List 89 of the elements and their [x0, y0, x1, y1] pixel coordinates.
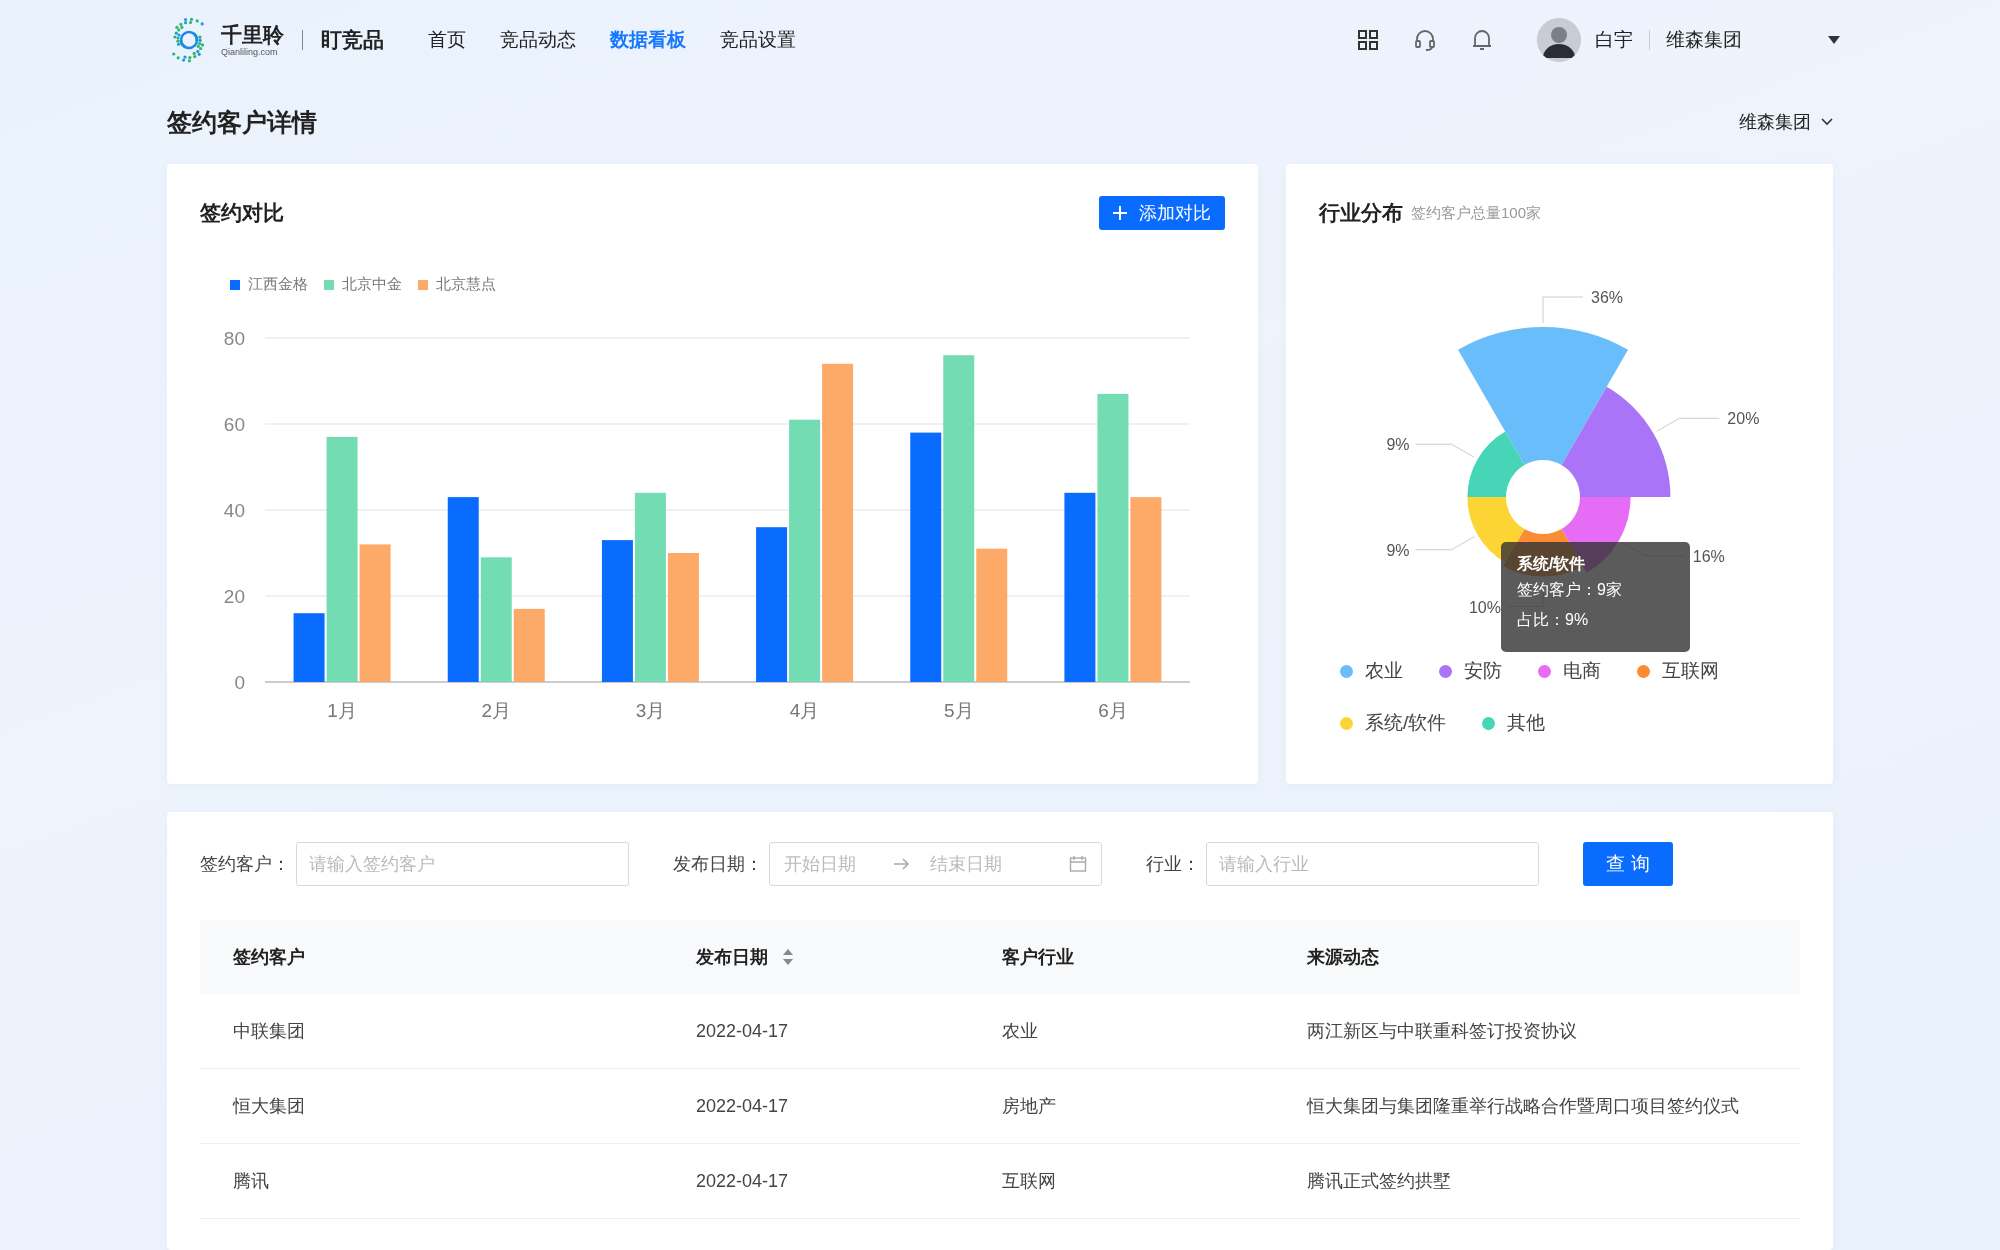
bar[interactable] — [293, 613, 325, 682]
data-label: 20% — [1727, 410, 1760, 428]
table-cell: 腾讯 — [200, 1143, 663, 1219]
nav-item[interactable]: 数据看板 — [610, 27, 686, 53]
brand-url: Qianliling.com — [221, 47, 279, 57]
chevron-down-icon — [1821, 118, 1833, 126]
leader-line — [1415, 536, 1475, 551]
filter-label: 行业： — [1146, 853, 1200, 876]
leader-line — [1415, 443, 1475, 458]
bar[interactable] — [822, 363, 854, 682]
axis-category-label: 2月 — [481, 700, 512, 721]
tooltip-text: 占比：9% — [1517, 610, 1590, 630]
bell-icon[interactable] — [1471, 28, 1493, 52]
card-title: 行业分布 — [1319, 200, 1403, 226]
organization-select[interactable]: 维森集团 — [1739, 110, 1833, 134]
axis-category-label: 1月 — [327, 700, 357, 721]
data-label: 16% — [1692, 547, 1725, 565]
organization-name: 维森集团 — [1666, 28, 1742, 52]
bar[interactable] — [756, 527, 788, 682]
bar[interactable] — [1064, 492, 1096, 682]
plus-icon — [1113, 206, 1127, 220]
apps-icon[interactable] — [1357, 29, 1379, 51]
headset-icon[interactable] — [1413, 28, 1437, 52]
legend-item[interactable]: 电商 — [1538, 658, 1601, 684]
legend-item[interactable]: 互联网 — [1637, 658, 1719, 684]
table-cell: 2022-04-17 — [663, 1068, 969, 1144]
axis-category-label: 4月 — [789, 700, 820, 721]
calendar-icon — [1069, 855, 1087, 873]
filter-label: 发布日期： — [673, 853, 763, 876]
query-button[interactable]: 查 询 — [1583, 842, 1673, 886]
axis-tick-label: 20 — [223, 586, 245, 607]
tooltip-title: 系统/软件 — [1517, 554, 1587, 574]
axis-tick-label: 0 — [234, 672, 245, 693]
axis-tick-label: 80 — [223, 328, 245, 349]
date-range-field[interactable]: 开始日期 结束日期 — [769, 842, 1102, 886]
data-label: 36% — [1591, 289, 1624, 306]
axis-tick-label: 60 — [223, 414, 245, 435]
user-name: 白宇 — [1595, 28, 1633, 52]
table-cell: 恒大集团 — [200, 1068, 663, 1144]
table-cell: 互联网 — [969, 1143, 1274, 1219]
sort-icon[interactable] — [782, 948, 794, 966]
axis-tick-label: 40 — [223, 500, 245, 521]
table-cell: 农业 — [969, 994, 1274, 1069]
legend-item[interactable]: 农业 — [1340, 658, 1403, 684]
input-field[interactable]: 请输入行业 — [1206, 842, 1539, 886]
table-cell: 两江新区与中联重科签订投资协议 — [1274, 994, 1800, 1069]
bar[interactable] — [601, 540, 633, 682]
table-cell: 恒大集团与集团隆重举行战略合作暨周口项目签约仪式 — [1274, 1068, 1800, 1144]
card-title: 签约对比 — [200, 200, 284, 226]
legend-item[interactable]: 安防 — [1439, 658, 1502, 684]
brand-name: 千里聆 — [221, 23, 284, 47]
table-cell: 2022-04-17 — [663, 994, 969, 1069]
product-name: 盯竞品 — [321, 27, 384, 53]
input-field[interactable]: 请输入签约客户 — [296, 842, 629, 886]
table-cell: 房地产 — [969, 1068, 1274, 1144]
column-header[interactable]: 发布日期 — [696, 945, 768, 969]
column-header: 客户行业 — [1002, 946, 1074, 969]
leader-line — [1656, 417, 1720, 432]
legend-item[interactable]: 江西金格 — [230, 275, 308, 294]
legend-item[interactable]: 其他 — [1482, 710, 1546, 736]
table-cell: 腾讯正式签约拱墅 — [1274, 1143, 1800, 1219]
legend-item[interactable]: 系统/软件 — [1340, 710, 1447, 736]
legend-item[interactable]: 北京慧点 — [418, 275, 496, 294]
card-subtitle: 签约客户总量100家 — [1411, 203, 1542, 223]
bar[interactable] — [667, 553, 699, 682]
nav-item[interactable]: 竞品动态 — [500, 27, 576, 53]
axis-category-label: 5月 — [943, 700, 974, 721]
table-cell: 中联集团 — [200, 994, 663, 1069]
caret-icon[interactable] — [1828, 36, 1840, 44]
axis-category-label: 6月 — [1098, 700, 1128, 721]
avatar[interactable] — [1537, 18, 1581, 62]
leader-line — [1542, 296, 1584, 324]
column-header: 签约客户 — [233, 946, 305, 969]
data-label: 10% — [1468, 598, 1501, 616]
arrow-right-icon — [894, 858, 910, 870]
column-header: 来源动态 — [1307, 946, 1379, 969]
add-compare-button[interactable]: 添加对比 — [1099, 196, 1225, 230]
page-title: 签约客户详情 — [167, 106, 317, 138]
data-label: 9% — [1386, 541, 1410, 559]
nav-item[interactable]: 竞品设置 — [720, 27, 796, 53]
data-label: 9% — [1386, 436, 1410, 454]
tooltip-text: 签约客户：9家 — [1517, 580, 1623, 600]
table-cell: 2022-04-17 — [663, 1143, 969, 1219]
legend-item[interactable]: 北京中金 — [324, 275, 402, 294]
bar[interactable] — [910, 432, 942, 682]
nav-item[interactable]: 首页 — [428, 27, 466, 53]
axis-category-label: 3月 — [635, 700, 666, 721]
bar[interactable] — [447, 497, 479, 682]
filter-label: 签约客户： — [200, 853, 290, 876]
